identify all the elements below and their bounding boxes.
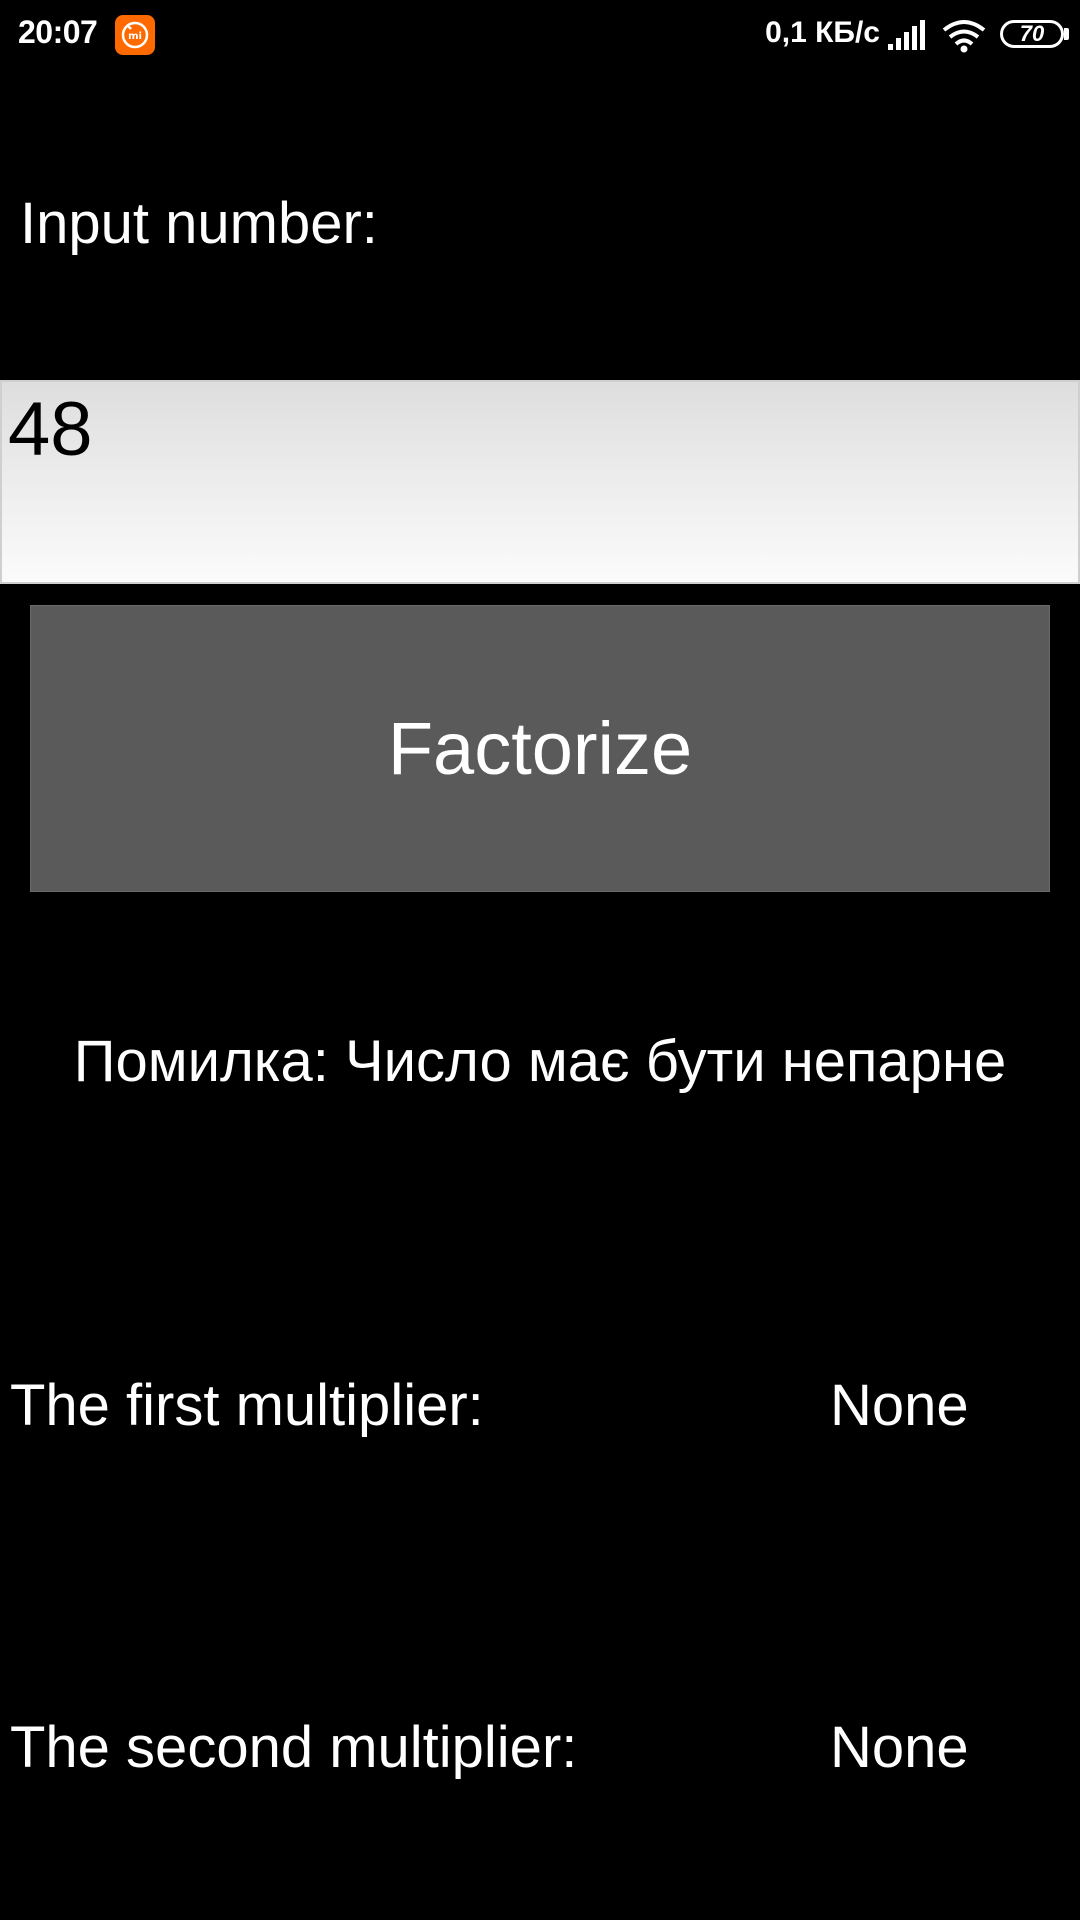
first-multiplier-label: The first multiplier: [10, 1373, 484, 1438]
first-multiplier-row: The first multiplier: None [0, 1372, 1080, 1452]
factorize-button[interactable]: Factorize [30, 605, 1050, 892]
second-multiplier-value: None [830, 1715, 969, 1780]
second-multiplier-label: The second multiplier: [10, 1715, 578, 1780]
error-message: Помилка: Число має бути непарне [73, 1029, 1007, 1094]
status-bar: 20:07 mi 0,1 КБ/с 70 [0, 0, 1080, 72]
svg-text:mi: mi [128, 31, 142, 42]
mi-icon: mi [115, 15, 155, 55]
battery-indicator: 70 [1000, 20, 1064, 48]
network-speed: 0,1 КБ/с [765, 16, 880, 49]
status-time: 20:07 [18, 14, 98, 50]
wifi-icon [942, 18, 986, 54]
battery-tip [1064, 28, 1069, 40]
second-multiplier-row: The second multiplier: None [0, 1714, 1080, 1794]
input-label: Input number: [20, 191, 378, 256]
number-input[interactable]: 48 [0, 380, 1080, 584]
first-multiplier-value: None [830, 1373, 969, 1438]
cellular-signal-icon [886, 20, 928, 52]
number-input-value: 48 [8, 387, 93, 472]
